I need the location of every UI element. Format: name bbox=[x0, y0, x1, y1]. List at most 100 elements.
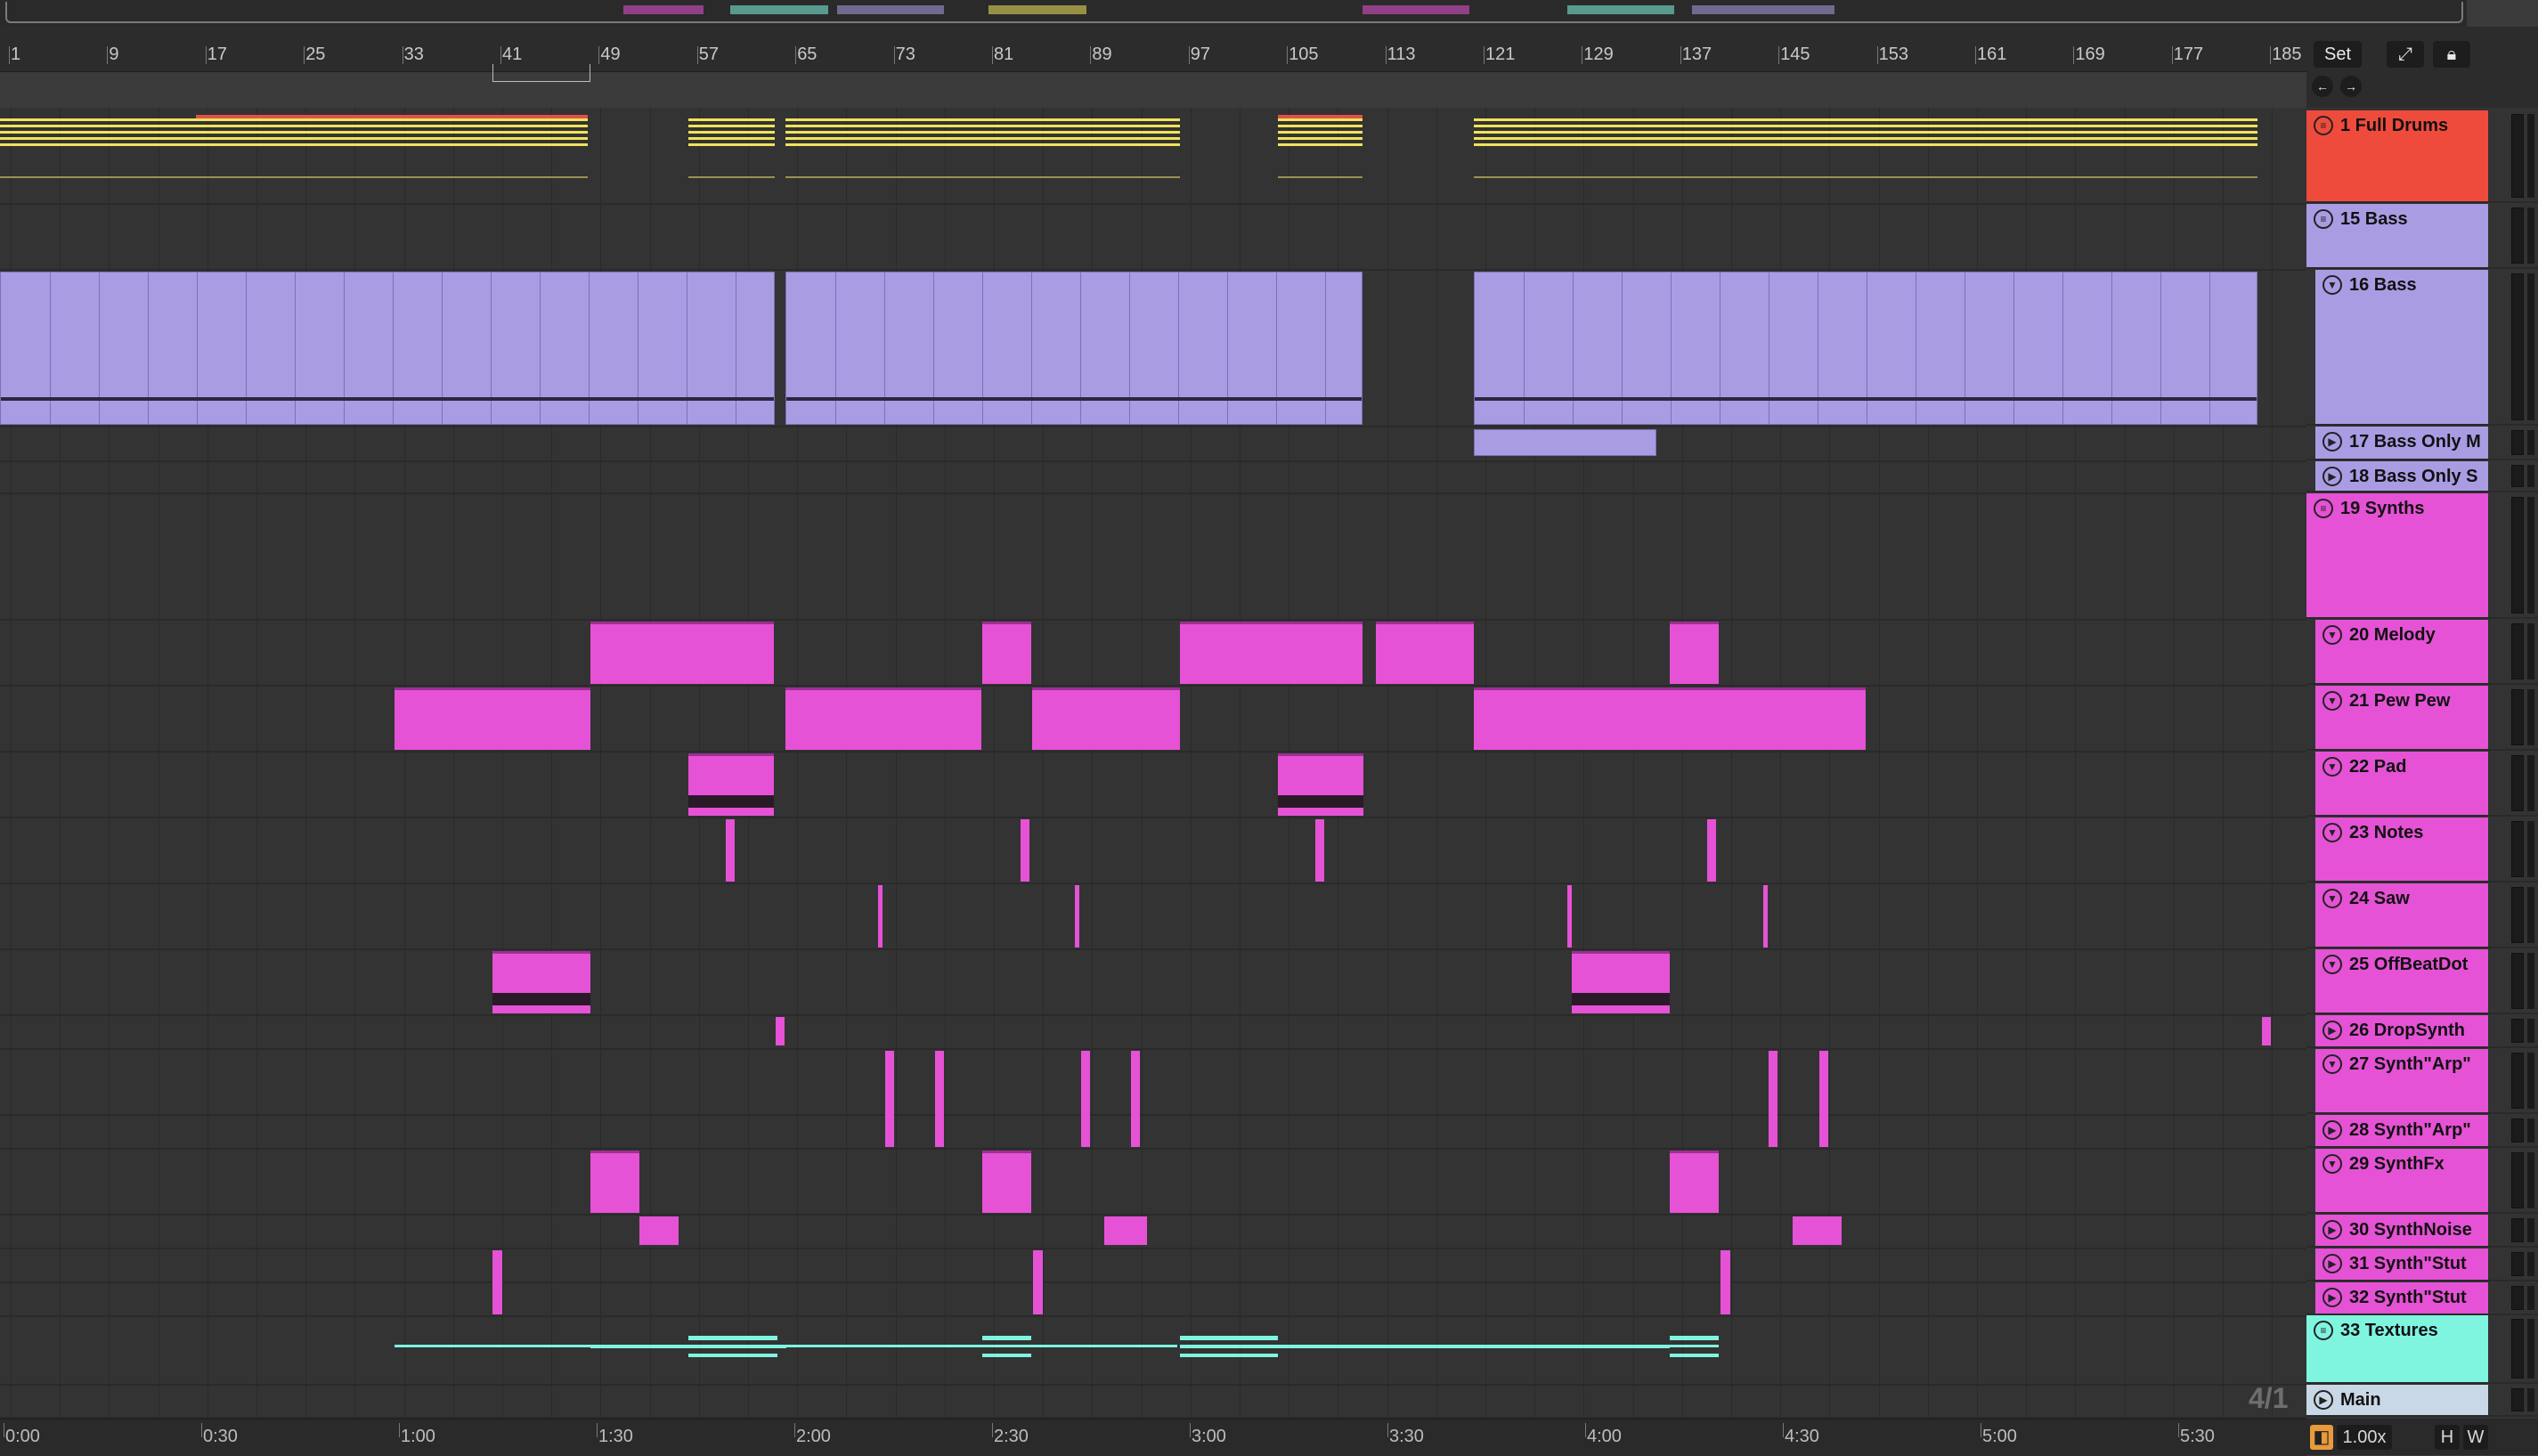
track-header[interactable]: ▼ 20 Melody bbox=[2306, 620, 2538, 685]
track-fold-icon[interactable]: ▶ bbox=[2322, 1220, 2342, 1240]
track-header[interactable]: ≡ 19 Synths bbox=[2306, 493, 2538, 619]
clip[interactable] bbox=[0, 125, 588, 127]
clip[interactable] bbox=[1376, 622, 1474, 684]
track-header[interactable]: ▼ 29 SynthFx bbox=[2306, 1149, 2538, 1214]
clip[interactable] bbox=[1278, 176, 1363, 178]
track-color-area[interactable]: ▼ 24 Saw bbox=[2315, 883, 2488, 947]
track-name[interactable]: Main bbox=[2340, 1390, 2483, 1411]
track-name[interactable]: 23 Notes bbox=[2349, 823, 2483, 843]
clip[interactable] bbox=[1670, 1151, 1719, 1213]
track-header[interactable]: ▶ 30 SynthNoise bbox=[2306, 1215, 2538, 1248]
clip[interactable] bbox=[785, 131, 1180, 134]
track-color-area[interactable]: ≡ 33 Textures bbox=[2306, 1315, 2488, 1382]
clip[interactable] bbox=[1033, 1250, 1043, 1314]
clip[interactable] bbox=[1572, 951, 1670, 1013]
clip[interactable] bbox=[688, 143, 775, 146]
clip[interactable] bbox=[0, 143, 588, 146]
track-header[interactable]: ▶ 32 Synth"Stut bbox=[2306, 1282, 2538, 1315]
track-color-area[interactable]: ▶ 28 Synth"Arp" bbox=[2315, 1115, 2488, 1146]
clip[interactable] bbox=[1474, 1345, 1670, 1348]
clip[interactable] bbox=[1670, 1345, 1719, 1347]
track-header[interactable]: ▼ 24 Saw bbox=[2306, 883, 2538, 948]
clip[interactable] bbox=[982, 1151, 1031, 1213]
nav-back-icon[interactable]: ← bbox=[2312, 76, 2333, 97]
track-header[interactable]: ≡ 15 Bass bbox=[2306, 204, 2538, 269]
track-fold-icon[interactable]: ▶ bbox=[2322, 1288, 2342, 1307]
track-fold-icon[interactable]: ▼ bbox=[2322, 823, 2342, 842]
track-name[interactable]: 1 Full Drums bbox=[2340, 116, 2483, 136]
track-name[interactable]: 28 Synth"Arp" bbox=[2349, 1120, 2483, 1141]
clip[interactable] bbox=[688, 137, 775, 140]
track-fold-icon[interactable]: ▶ bbox=[2322, 1021, 2342, 1040]
track-header[interactable]: ▶ 28 Synth"Arp" bbox=[2306, 1115, 2538, 1148]
clip[interactable] bbox=[1278, 118, 1363, 121]
clip[interactable] bbox=[1278, 137, 1363, 140]
track-fold-icon[interactable]: ▼ bbox=[2322, 625, 2342, 645]
clip[interactable] bbox=[1131, 1051, 1140, 1147]
nav-forward-icon[interactable]: → bbox=[2340, 76, 2362, 97]
track-header[interactable]: ≡ 1 Full Drums bbox=[2306, 110, 2538, 203]
clip[interactable] bbox=[639, 1216, 679, 1245]
track-fold-icon[interactable]: ▼ bbox=[2322, 889, 2342, 908]
clip[interactable] bbox=[878, 885, 883, 948]
clip[interactable] bbox=[1032, 687, 1180, 750]
clip[interactable] bbox=[1793, 1216, 1842, 1245]
clip[interactable] bbox=[785, 137, 1180, 140]
clip[interactable] bbox=[590, 1151, 639, 1213]
track-fold-icon[interactable]: ▶ bbox=[2322, 467, 2342, 486]
clip[interactable] bbox=[1474, 687, 1866, 750]
track-color-area[interactable]: ▶ 31 Synth"Stut bbox=[2315, 1249, 2488, 1280]
clip[interactable] bbox=[1474, 272, 2257, 425]
track-name[interactable]: 22 Pad bbox=[2349, 757, 2483, 777]
track-header[interactable]: ▶ Main bbox=[2306, 1385, 2538, 1417]
track-header[interactable]: ▼ 23 Notes bbox=[2306, 817, 2538, 883]
track-header[interactable]: ▶ 18 Bass Only S bbox=[2306, 461, 2538, 492]
track-name[interactable]: 27 Synth"Arp" bbox=[2349, 1054, 2483, 1075]
clip[interactable] bbox=[1278, 143, 1363, 146]
track-fold-icon[interactable]: ▼ bbox=[2322, 757, 2342, 777]
track-color-area[interactable]: ▼ 27 Synth"Arp" bbox=[2315, 1049, 2488, 1112]
track-name[interactable]: 31 Synth"Stut bbox=[2349, 1254, 2483, 1274]
clip[interactable] bbox=[785, 687, 981, 750]
track-name[interactable]: 19 Synths bbox=[2340, 499, 2483, 519]
track-fold-icon[interactable]: ▶ bbox=[2322, 432, 2342, 451]
track-name[interactable]: 29 SynthFx bbox=[2349, 1154, 2483, 1175]
clip[interactable] bbox=[688, 176, 775, 178]
track-color-area[interactable]: ▼ 16 Bass bbox=[2315, 270, 2488, 424]
clip[interactable] bbox=[1567, 885, 1572, 948]
clip[interactable] bbox=[1474, 137, 2257, 140]
clip[interactable] bbox=[1278, 115, 1363, 118]
clip[interactable] bbox=[935, 1051, 944, 1147]
clip[interactable] bbox=[785, 143, 1180, 146]
clip[interactable] bbox=[590, 1345, 786, 1348]
clip[interactable] bbox=[1278, 753, 1363, 816]
track-name[interactable]: 18 Bass Only S bbox=[2349, 467, 2483, 487]
track-color-area[interactable]: ▼ 21 Pew Pew bbox=[2315, 686, 2488, 749]
clip[interactable] bbox=[982, 622, 1031, 684]
track-color-area[interactable]: ≡ 15 Bass bbox=[2306, 204, 2488, 267]
track-color-area[interactable]: ▼ 29 SynthFx bbox=[2315, 1149, 2488, 1212]
clip[interactable] bbox=[1474, 143, 2257, 146]
clip[interactable] bbox=[0, 137, 588, 140]
track-header[interactable]: ≡ 33 Textures bbox=[2306, 1315, 2538, 1384]
clip[interactable] bbox=[1376, 1345, 1474, 1347]
set-button[interactable]: Set bbox=[2314, 41, 2362, 68]
clip[interactable] bbox=[1670, 1354, 1719, 1357]
track-name[interactable]: 33 Textures bbox=[2340, 1321, 2483, 1341]
clip[interactable] bbox=[1021, 819, 1029, 882]
arrangement-lanes[interactable] bbox=[0, 108, 2306, 1419]
track-name[interactable]: 24 Saw bbox=[2349, 889, 2483, 909]
clip[interactable] bbox=[1180, 1336, 1278, 1340]
group-fold-icon[interactable]: ≡ bbox=[2314, 209, 2333, 229]
clip[interactable] bbox=[0, 131, 588, 134]
track-header[interactable]: ▼ 22 Pad bbox=[2306, 752, 2538, 817]
clip[interactable] bbox=[492, 1250, 502, 1314]
clip[interactable] bbox=[785, 272, 1363, 425]
track-color-area[interactable]: ≡ 1 Full Drums bbox=[2306, 110, 2488, 201]
track-name[interactable]: 16 Bass bbox=[2349, 275, 2483, 296]
clip[interactable] bbox=[395, 1345, 590, 1347]
clip[interactable] bbox=[688, 125, 775, 127]
clip[interactable] bbox=[726, 819, 735, 882]
track-header[interactable]: ▶ 31 Synth"Stut bbox=[2306, 1249, 2538, 1281]
clip[interactable] bbox=[0, 118, 588, 121]
